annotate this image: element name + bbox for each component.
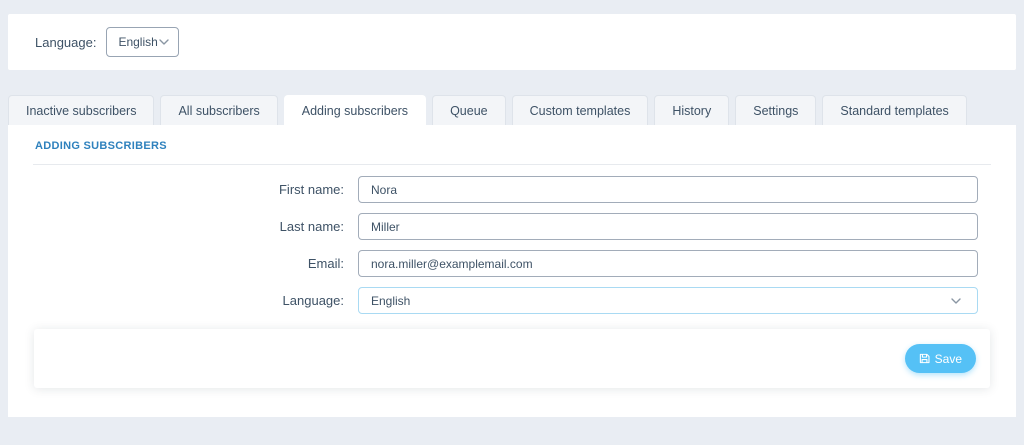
chevron-down-icon bbox=[951, 297, 961, 304]
page-title: ADDING SUBSCRIBERS bbox=[35, 140, 167, 152]
chevron-down-icon bbox=[159, 39, 170, 45]
save-icon bbox=[919, 353, 930, 364]
tab-queue[interactable]: Queue bbox=[432, 95, 506, 125]
last-name-field[interactable] bbox=[358, 213, 978, 240]
tab-custom-templates[interactable]: Custom templates bbox=[511, 95, 649, 125]
form-row-email: Email: bbox=[8, 250, 1016, 277]
tab-all-subscribers[interactable]: All subscribers bbox=[160, 95, 278, 125]
main-panel: ADDING SUBSCRIBERS First name: Last name… bbox=[8, 125, 1016, 417]
first-name-label: First name: bbox=[278, 182, 344, 197]
form-footer: Save bbox=[34, 329, 990, 388]
tab-history[interactable]: History bbox=[654, 95, 730, 125]
last-name-label: Last name: bbox=[279, 219, 344, 234]
language-dropdown[interactable]: English bbox=[106, 27, 180, 57]
language-bar-label: Language: bbox=[35, 34, 97, 50]
save-button[interactable]: Save bbox=[904, 344, 976, 373]
tab-standard-templates[interactable]: Standard templates bbox=[822, 95, 967, 125]
email-label: Email: bbox=[307, 256, 344, 271]
tab-settings[interactable]: Settings bbox=[735, 95, 817, 125]
tab-adding-subscribers[interactable]: Adding subscribers bbox=[283, 95, 427, 125]
form-row-last-name: Last name: bbox=[8, 213, 1016, 240]
subscriber-form: First name: Last name: Email: Language: … bbox=[8, 165, 1016, 314]
tab-inactive-subscribers[interactable]: Inactive subscribers bbox=[8, 95, 155, 125]
language-select[interactable]: English bbox=[358, 287, 978, 314]
first-name-field[interactable] bbox=[358, 176, 978, 203]
form-row-language: Language: English bbox=[8, 287, 1016, 314]
language-dropdown-value: English bbox=[118, 35, 158, 49]
language-bar: Language: English bbox=[8, 14, 1016, 70]
save-button-label: Save bbox=[934, 351, 962, 366]
language-select-value: English bbox=[371, 293, 411, 308]
email-field[interactable] bbox=[358, 250, 978, 277]
language-label: Language: bbox=[282, 293, 344, 308]
tab-bar: Inactive subscribers All subscribers Add… bbox=[8, 95, 1016, 125]
form-row-first-name: First name: bbox=[8, 176, 1016, 203]
